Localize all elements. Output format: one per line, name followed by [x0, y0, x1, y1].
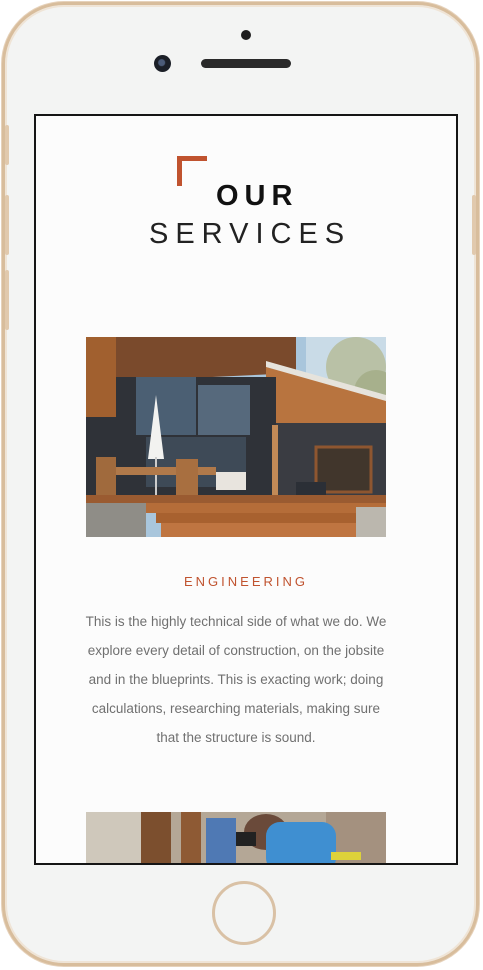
phone-screen: OUR SERVICES ENGINEERING This is the hig… [34, 114, 458, 865]
front-camera-icon [154, 55, 171, 72]
service-description: This is the highly technical side of wha… [85, 614, 387, 745]
service-heading: ENGINEERING [183, 574, 308, 589]
volume-up-button [5, 195, 9, 255]
home-button[interactable] [212, 881, 276, 945]
service-image-engineering [86, 337, 386, 537]
volume-down-button [5, 270, 9, 330]
corner-accent-icon [177, 156, 207, 186]
proximity-sensor [241, 30, 251, 40]
earpiece-speaker [201, 59, 291, 68]
power-button [472, 195, 476, 255]
page-title: OUR SERVICES [36, 156, 456, 256]
mute-switch [5, 125, 9, 165]
service-image-workers [86, 812, 386, 863]
page-title-line2: SERVICES [149, 218, 352, 250]
page-title-line1: OUR [216, 180, 299, 212]
phone-frame: OUR SERVICES ENGINEERING This is the hig… [2, 2, 479, 966]
